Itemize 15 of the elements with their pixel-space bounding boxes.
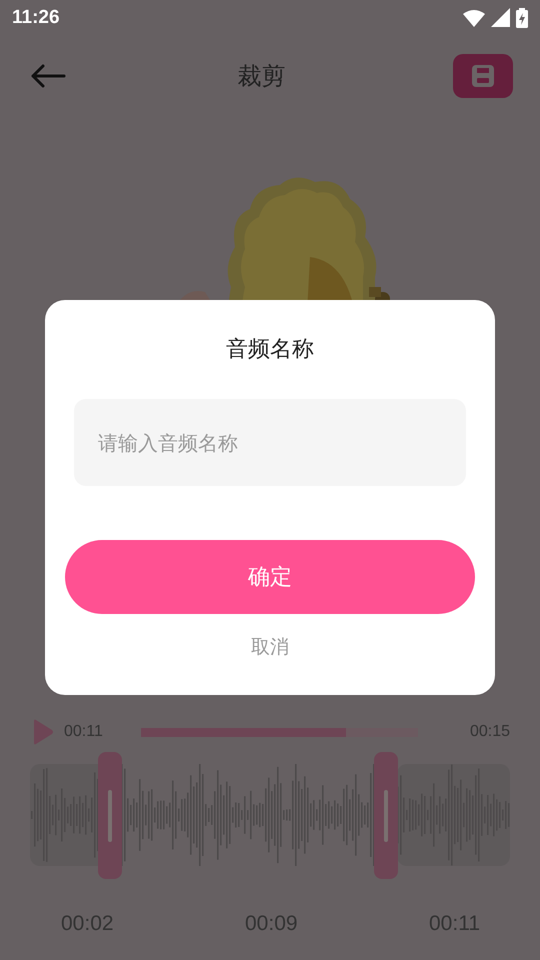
dialog-title: 音频名称 [226,336,314,364]
battery-icon [516,8,528,28]
trim-handle[interactable] [374,752,398,879]
trim-handle[interactable] [98,752,122,879]
progress-bar[interactable] [140,728,418,736]
play-icon[interactable] [32,719,54,745]
wifi-icon [463,8,485,26]
page-title: 裁剪 [236,61,286,92]
status-time: 11:26 [12,6,61,28]
save-button[interactable] [453,54,513,98]
signal-icon [491,8,510,27]
name-input-field[interactable]: 请输入音频名称 [74,399,466,486]
confirm-button[interactable]: 确定 [65,540,475,614]
back-arrow-icon[interactable] [30,64,66,88]
cancel-button[interactable]: 取消 [251,634,289,660]
